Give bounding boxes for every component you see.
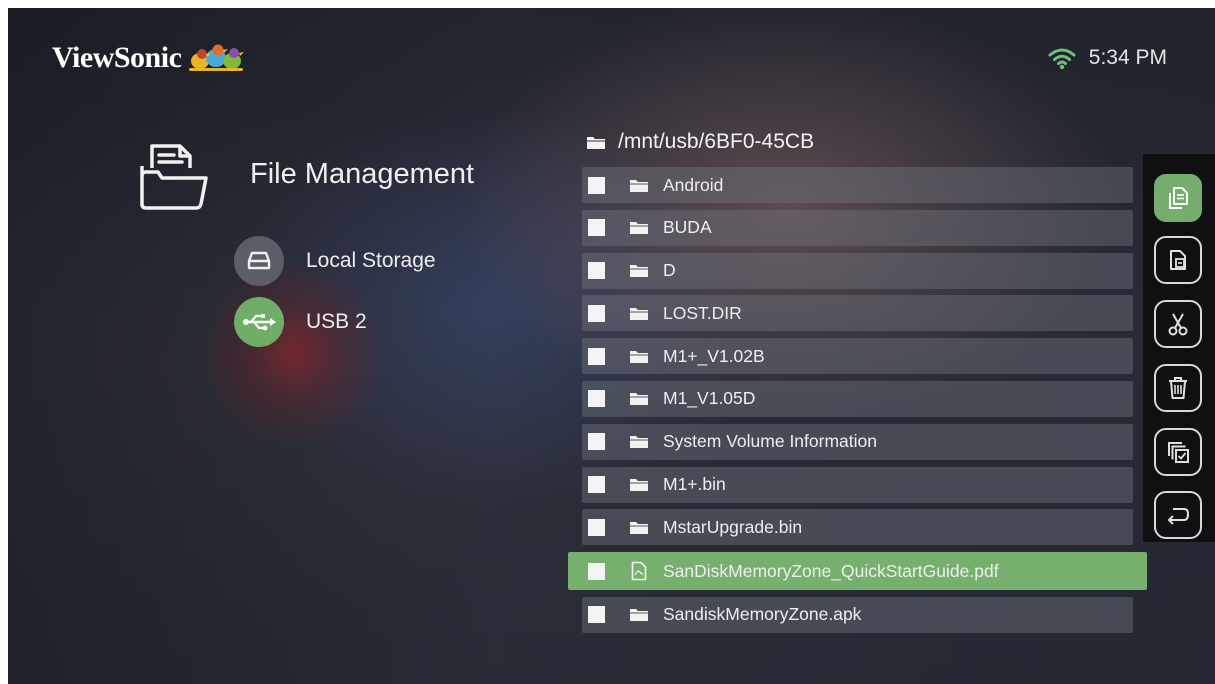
paste-icon xyxy=(1170,250,1186,270)
file-name: M1+_V1.02B xyxy=(663,345,765,366)
row-checkbox[interactable] xyxy=(588,562,605,580)
drive-icon xyxy=(234,236,284,286)
brand-name: ViewSonic xyxy=(52,41,182,74)
folder-icon xyxy=(629,434,649,449)
copy-button[interactable] xyxy=(1154,174,1202,222)
row-checkbox[interactable] xyxy=(588,262,605,280)
birds-logo-icon xyxy=(189,44,245,71)
file-name: System Volume Information xyxy=(663,431,877,452)
status-bar: 5:34 PM xyxy=(1047,46,1167,70)
wifi-icon xyxy=(1048,48,1076,70)
pdf-file-icon xyxy=(629,561,649,581)
cut-button[interactable] xyxy=(1154,300,1202,348)
row-checkbox[interactable] xyxy=(588,304,605,322)
folder-icon xyxy=(587,136,605,149)
folder-icon xyxy=(629,349,649,364)
storage-label-local: Local Storage xyxy=(306,249,436,272)
back-button[interactable] xyxy=(1154,491,1202,539)
usb-icon xyxy=(234,297,284,347)
folder-icon xyxy=(629,306,649,321)
file-row[interactable]: BUDA xyxy=(582,209,1133,246)
delete-icon xyxy=(1169,377,1187,399)
folder-document-icon xyxy=(140,144,208,210)
folder-icon xyxy=(629,263,649,278)
select-all-button[interactable] xyxy=(1154,428,1202,476)
file-row[interactable]: M1+_V1.02B xyxy=(582,338,1133,375)
file-row[interactable]: M1+.bin xyxy=(582,466,1133,503)
row-checkbox[interactable] xyxy=(588,176,605,194)
current-path: /mnt/usb/6BF0-45CB xyxy=(586,130,814,154)
file-name: Android xyxy=(663,174,724,195)
row-checkbox[interactable] xyxy=(588,476,605,494)
delete-button[interactable] xyxy=(1154,364,1202,412)
storage-label-usb: USB 2 xyxy=(306,310,367,333)
file-row-selected[interactable]: SanDiskMemoryZone_QuickStartGuide.pdf xyxy=(568,552,1147,591)
file-name: MstarUpgrade.bin xyxy=(663,516,803,537)
row-checkbox[interactable] xyxy=(588,606,605,624)
projector-screen: ViewSonic 5:34 PM File Management Local … xyxy=(8,8,1215,684)
folder-icon xyxy=(629,391,649,406)
row-checkbox[interactable] xyxy=(588,347,605,365)
clock-time: 5:34 PM xyxy=(1088,46,1167,69)
file-name: SanDiskMemoryZone_QuickStartGuide.pdf xyxy=(663,560,999,581)
file-row[interactable]: System Volume Information xyxy=(582,423,1133,460)
file-list: Android BUDA D LOST.DIR M1+_V1.02B M1_V1… xyxy=(568,167,1147,640)
cut-icon xyxy=(1168,313,1188,336)
file-name: SandiskMemoryZone.apk xyxy=(663,604,862,625)
row-checkbox[interactable] xyxy=(588,433,605,451)
select-all-icon xyxy=(1168,442,1189,463)
brand-logo: ViewSonic xyxy=(52,38,245,78)
file-row[interactable]: D xyxy=(582,252,1133,289)
file-row[interactable]: M1_V1.05D xyxy=(582,380,1133,417)
row-checkbox[interactable] xyxy=(588,219,605,237)
file-name: M1+.bin xyxy=(663,474,726,495)
file-name: BUDA xyxy=(663,217,712,238)
file-name: LOST.DIR xyxy=(663,302,742,323)
file-row[interactable]: LOST.DIR xyxy=(582,295,1133,332)
action-sidebar xyxy=(1143,154,1215,542)
copy-icon xyxy=(1169,187,1188,209)
path-text: /mnt/usb/6BF0-45CB xyxy=(618,130,815,153)
file-row[interactable]: SandiskMemoryZone.apk xyxy=(582,596,1133,633)
storage-item-local[interactable]: Local Storage xyxy=(234,236,436,286)
back-icon xyxy=(1167,508,1190,525)
row-checkbox[interactable] xyxy=(588,390,605,408)
file-name: M1_V1.05D xyxy=(663,388,756,409)
page-title: File Management xyxy=(250,158,475,190)
row-checkbox[interactable] xyxy=(588,518,605,536)
folder-icon xyxy=(629,520,649,535)
file-row[interactable]: Android xyxy=(582,167,1133,203)
folder-icon xyxy=(629,607,649,622)
file-name: D xyxy=(663,260,676,281)
paste-button[interactable] xyxy=(1154,236,1202,284)
storage-item-usb[interactable]: USB 2 xyxy=(234,297,367,347)
file-row[interactable]: MstarUpgrade.bin xyxy=(582,509,1133,546)
folder-icon xyxy=(629,477,649,492)
folder-icon xyxy=(629,220,649,235)
folder-icon xyxy=(629,178,649,193)
